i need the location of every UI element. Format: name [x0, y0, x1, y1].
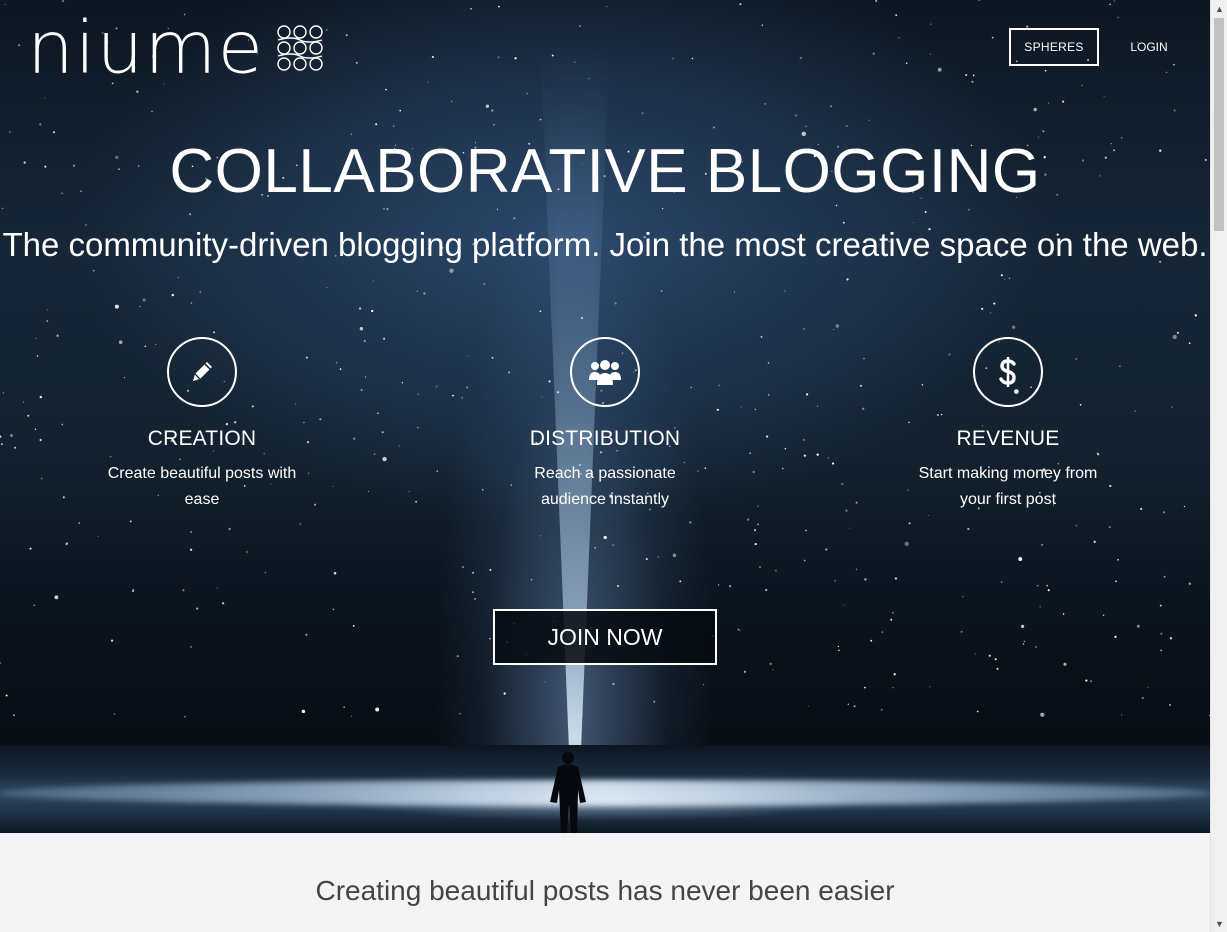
pencil-icon: [193, 362, 212, 381]
feature-description: Reach a passionate audience instantly: [534, 465, 676, 508]
vertical-scrollbar[interactable]: ▲ ▼: [1210, 0, 1227, 932]
person-silhouette: [550, 752, 586, 833]
feature-revenue: REVENUE Start making money from your fir…: [878, 337, 1138, 513]
spheres-button[interactable]: SPHERES: [1009, 28, 1099, 66]
feature-creation: CREATION Create beautiful posts with eas…: [72, 337, 332, 513]
logo-knot-icon: [277, 25, 323, 71]
hero-subline: The community-driven blogging platform. …: [2, 226, 1208, 263]
login-link[interactable]: LOGIN: [1125, 28, 1173, 66]
users-icon: [589, 360, 621, 385]
feature-icon-circle: [167, 337, 237, 407]
logo-wordmark: niume: [27, 5, 264, 91]
feature-icon-circle: [973, 337, 1043, 407]
feature-title: CREATION: [147, 427, 257, 450]
scrollbar-thumb[interactable]: [1214, 18, 1224, 231]
feature-title: REVENUE: [956, 427, 1060, 450]
hero-headline: COLLABORATIVE BLOGGING: [169, 137, 1041, 206]
feature-description: Start making money from your first post: [918, 465, 1098, 508]
scroll-up-arrow-icon[interactable]: ▲: [1211, 0, 1227, 17]
niume-logo[interactable]: niume: [27, 12, 326, 84]
scroll-down-arrow-icon[interactable]: ▼: [1211, 915, 1227, 932]
wave-foam: [0, 780, 1210, 806]
hero-section: niume SPHERES LOGIN COLLABORATIVE BLOGGI…: [0, 0, 1210, 833]
feature-description: Create beautiful posts with ease: [107, 465, 297, 508]
feature-title: DISTRIBUTION: [529, 427, 681, 450]
dollar-icon: [999, 357, 1016, 387]
feature-distribution: DISTRIBUTION Reach a passionate audience…: [475, 337, 735, 513]
page: niume SPHERES LOGIN COLLABORATIVE BLOGGI…: [0, 0, 1210, 932]
feature-icon-circle: [570, 337, 640, 407]
section-heading: Creating beautiful posts has never been …: [315, 875, 895, 906]
join-now-button[interactable]: JOIN NOW: [493, 609, 717, 665]
